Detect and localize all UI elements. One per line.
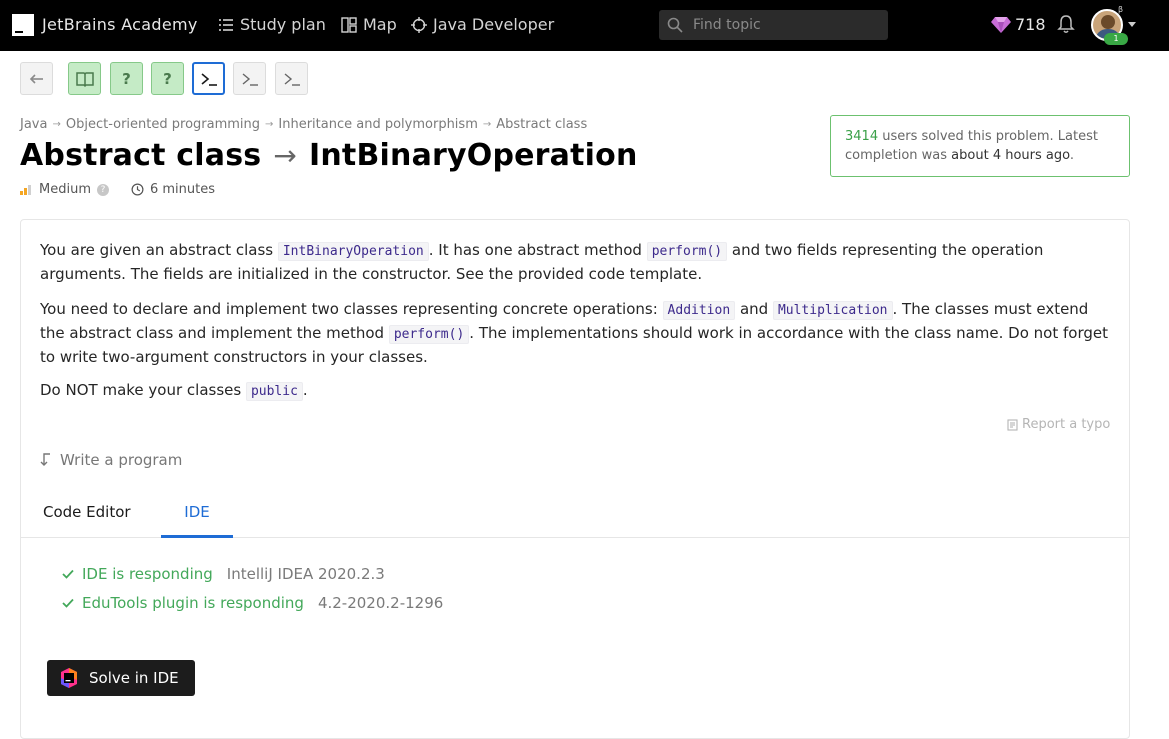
top-navbar: JetBrains Academy Study plan Map Java De… — [0, 0, 1169, 51]
list-icon — [219, 18, 233, 31]
step-code-3[interactable] — [275, 62, 308, 95]
step-theory[interactable] — [68, 62, 101, 95]
nav-map-label: Map — [363, 15, 397, 34]
ide-version: IntelliJ IDEA 2020.2.3 — [226, 565, 385, 583]
text: and — [735, 300, 773, 318]
breadcrumb: Java → Object-oriented programming → Inh… — [20, 117, 587, 132]
gems-count: 718 — [1015, 15, 1046, 34]
search-input[interactable] — [693, 15, 878, 35]
description-paragraph-2: You need to declare and implement two cl… — [40, 298, 1110, 368]
report-typo-link[interactable]: Report a typo — [1007, 417, 1110, 432]
help-icon[interactable]: ? — [96, 183, 109, 196]
write-arrow-icon — [40, 453, 50, 466]
difficulty-label: Medium — [39, 182, 91, 197]
breadcrumb-item[interactable]: Inheritance and polymorphism — [278, 117, 477, 132]
plugin-status-row: EduTools plugin is responding 4.2-2020.2… — [62, 594, 443, 612]
plugin-version: 4.2-2020.2-1296 — [317, 594, 444, 612]
problem-meta: Medium ? 6 minutes — [20, 182, 215, 197]
ide-status-row: IDE is responding IntelliJ IDEA 2020.2.3 — [62, 565, 385, 583]
code-snippet: IntBinaryOperation — [277, 242, 429, 261]
beta-label: β — [1118, 5, 1124, 14]
check-icon — [62, 598, 74, 608]
solved-text-end: . — [1069, 148, 1074, 163]
breadcrumb-separator-icon: → — [265, 119, 274, 130]
check-icon — [62, 569, 74, 579]
breadcrumb-item[interactable]: Object-oriented programming — [66, 117, 260, 132]
nav-map[interactable]: Map — [341, 15, 397, 34]
back-button[interactable] — [20, 62, 53, 95]
code-snippet: Multiplication — [772, 301, 893, 320]
title-arrow-icon: → — [273, 139, 297, 172]
search-box[interactable] — [659, 10, 888, 40]
report-typo-label: Report a typo — [1022, 417, 1111, 432]
ide-status-label: IDE is responding — [82, 565, 213, 583]
problem-title: IntBinaryOperation — [309, 138, 638, 173]
book-icon — [75, 71, 94, 87]
brand-name[interactable]: JetBrains Academy — [42, 15, 198, 34]
tab-ide[interactable]: IDE — [161, 503, 233, 538]
intellij-icon — [61, 668, 77, 688]
nav-java-developer[interactable]: Java Developer — [411, 15, 554, 34]
step-code-current[interactable] — [192, 62, 225, 95]
step-quiz-2[interactable]: ? — [151, 62, 184, 95]
difficulty-bars-icon — [20, 184, 31, 195]
clock-icon — [131, 183, 144, 196]
write-program-heading: Write a program — [38, 451, 182, 469]
text: Do NOT make your classes — [40, 381, 246, 399]
back-arrow-icon — [29, 73, 43, 84]
terminal-icon — [242, 72, 258, 86]
terminal-icon — [200, 72, 217, 86]
document-icon — [1007, 418, 1018, 431]
breadcrumb-separator-icon: → — [482, 119, 492, 130]
plugin-status-label: EduTools plugin is responding — [82, 594, 304, 612]
last-completion: about 4 hours ago — [951, 148, 1070, 163]
solve-in-ide-label: Solve in IDE — [89, 669, 179, 687]
code-snippet: perform() — [646, 242, 728, 261]
description-paragraph-1: You are given an abstract class IntBinar… — [40, 239, 1110, 285]
solve-in-ide-button[interactable]: Solve in IDE — [47, 660, 195, 696]
nav-study-plan-label: Study plan — [240, 15, 326, 34]
nav-study-plan[interactable]: Study plan — [218, 15, 326, 34]
code-snippet: perform() — [388, 325, 470, 344]
target-icon — [411, 16, 427, 33]
avatar-badge: 1 — [1104, 33, 1128, 45]
notification-bell-icon[interactable] — [1057, 14, 1075, 34]
text: You need to declare and implement two cl… — [40, 300, 663, 318]
step-quiz-1[interactable]: ? — [110, 62, 143, 95]
editor-tabs: Code Editor IDE — [21, 488, 1129, 538]
step-code-2[interactable] — [233, 62, 266, 95]
text: . It has one abstract method — [428, 241, 647, 259]
text: You are given an abstract class — [40, 241, 278, 259]
solved-count: 3414 — [845, 129, 879, 144]
text: . — [302, 381, 308, 399]
page-title: Abstract class → IntBinaryOperation — [20, 138, 638, 173]
code-snippet: Addition — [662, 301, 736, 320]
tab-code-editor[interactable]: Code Editor — [43, 503, 131, 538]
breadcrumb-separator-icon: → — [52, 119, 61, 130]
search-icon — [667, 17, 683, 33]
duration-label: 6 minutes — [149, 182, 216, 197]
map-icon — [341, 16, 357, 33]
gem-icon — [991, 17, 1011, 33]
terminal-icon — [284, 72, 300, 86]
nav-java-developer-label: Java Developer — [433, 15, 555, 34]
breadcrumb-item[interactable]: Java — [20, 117, 47, 132]
chevron-down-icon[interactable] — [1128, 22, 1136, 27]
jetbrains-logo-icon[interactable] — [12, 14, 34, 36]
topic-title[interactable]: Abstract class — [20, 138, 261, 173]
code-snippet: public — [245, 382, 303, 401]
description-paragraph-3: Do NOT make your classes public. — [40, 379, 1110, 403]
write-program-label: Write a program — [60, 451, 183, 469]
solved-stats-box: 3414 users solved this problem. Latest c… — [830, 115, 1130, 177]
breadcrumb-item[interactable]: Abstract class — [496, 117, 587, 132]
